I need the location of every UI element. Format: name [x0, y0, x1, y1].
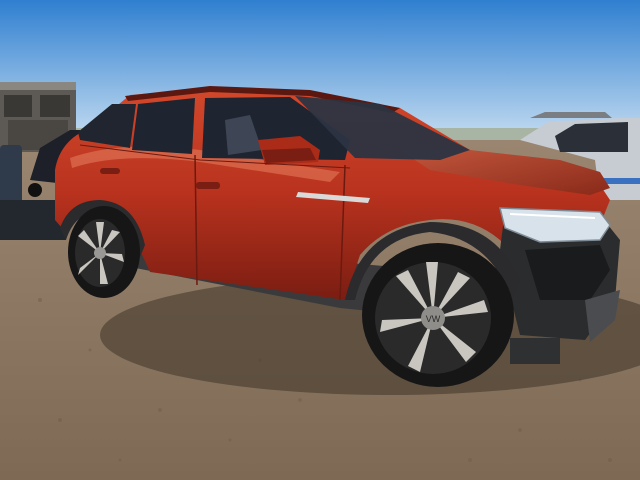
- suv-rear-door-window: [132, 98, 195, 154]
- rear-door-handle: [100, 168, 120, 174]
- photo-scene: VW: [0, 0, 640, 480]
- wheel-logo: VW: [426, 314, 441, 324]
- scene-svg: VW: [0, 0, 640, 480]
- front-wheel: VW: [362, 243, 514, 387]
- front-door-handle: [196, 182, 220, 189]
- license-plate-bracket: [510, 338, 560, 364]
- rear-wheel: [68, 206, 140, 298]
